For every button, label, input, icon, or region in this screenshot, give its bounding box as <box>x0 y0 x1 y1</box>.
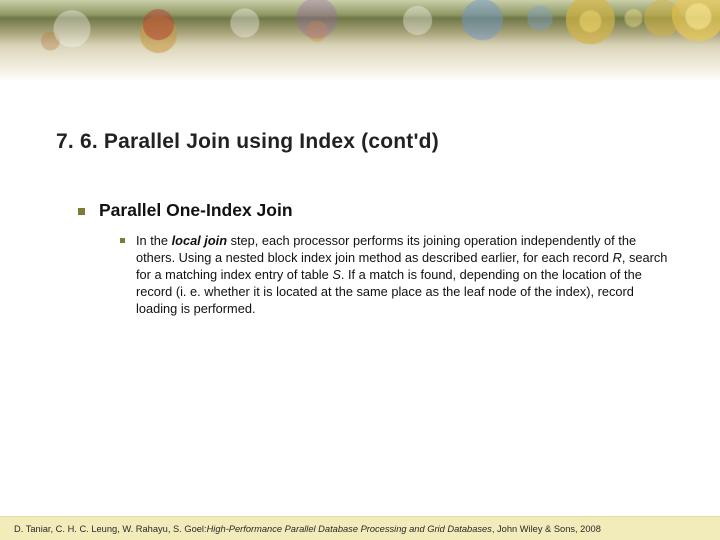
body-italic-lead: local join <box>172 233 227 248</box>
bullet-level-1: Parallel One-Index Join <box>78 200 678 221</box>
footer-book-title: High-Performance Parallel Database Proce… <box>207 524 492 534</box>
slide-container: 7. 6. Parallel Join using Index (cont'd)… <box>0 0 720 540</box>
footer-publisher: , John Wiley & Sons, 2008 <box>492 524 601 534</box>
variable-R: R <box>613 250 622 265</box>
bullet-level-1-text: Parallel One-Index Join <box>99 200 293 220</box>
footer-citation: D. Taniar, C. H. C. Leung, W. Rahayu, S.… <box>0 516 720 540</box>
variable-S: S <box>332 267 341 282</box>
square-bullet-small-icon <box>120 238 125 243</box>
bullet-level-2-text: In the local join step, each processor p… <box>136 233 676 317</box>
footer-authors: D. Taniar, C. H. C. Leung, W. Rahayu, S.… <box>14 524 207 534</box>
slide-title: 7. 6. Parallel Join using Index (cont'd) <box>56 130 439 154</box>
square-bullet-icon <box>78 208 85 215</box>
bullet-level-2: In the local join step, each processor p… <box>136 233 676 317</box>
decorative-banner <box>0 0 720 82</box>
body-pre: In the <box>136 233 172 248</box>
